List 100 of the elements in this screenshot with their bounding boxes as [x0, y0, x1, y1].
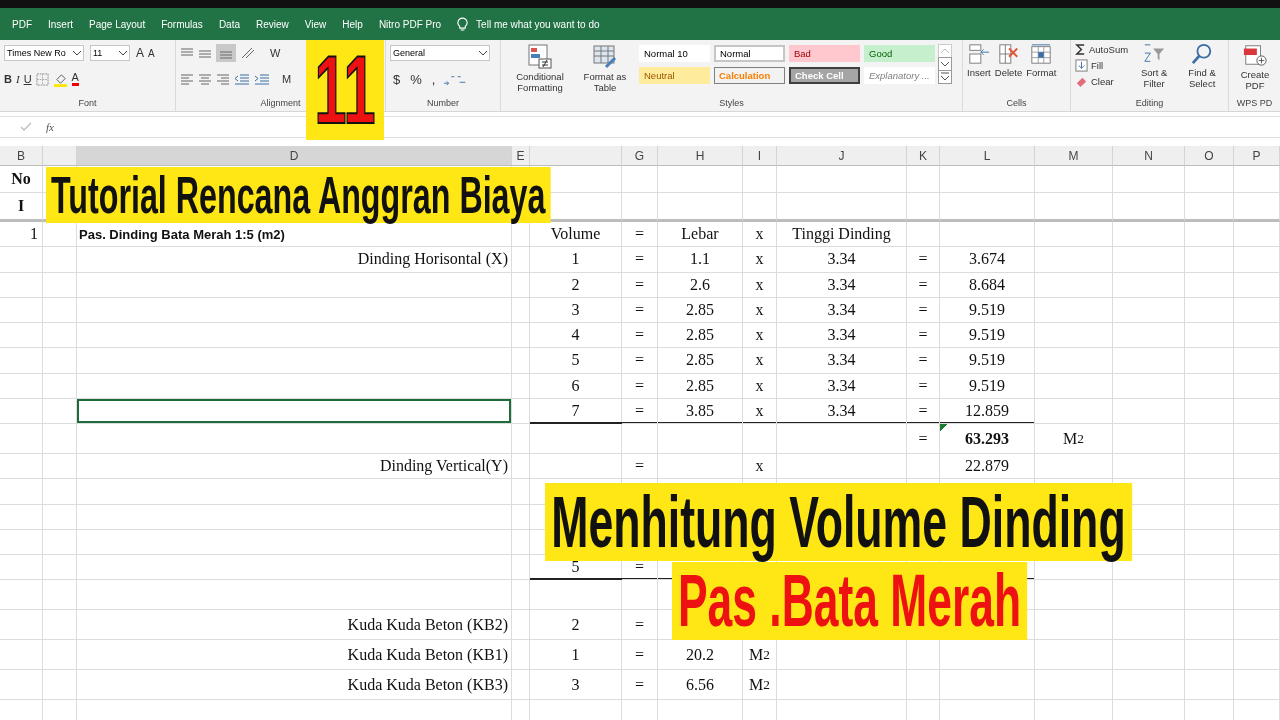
- table-cell: [43, 297, 77, 323]
- column-header[interactable]: L: [940, 146, 1035, 166]
- borders-icon[interactable]: [35, 72, 49, 86]
- table-cell: =: [622, 247, 658, 273]
- table-cell: [1234, 640, 1280, 671]
- ribbon-tab[interactable]: Nitro PDF Pro: [370, 18, 450, 30]
- ribbon-tab[interactable]: Page Layout: [81, 18, 154, 30]
- sort-filter-button[interactable]: Sort & Filter: [1132, 67, 1177, 89]
- column-header[interactable]: I: [743, 146, 777, 166]
- format-button[interactable]: Format: [1026, 67, 1057, 78]
- currency-button[interactable]: $: [390, 71, 404, 87]
- ribbon-tab[interactable]: Formulas: [153, 18, 211, 30]
- table-cell: [1113, 348, 1185, 374]
- ribbon-tab[interactable]: Data: [210, 18, 248, 30]
- ribbon-tab[interactable]: Insert: [40, 18, 81, 30]
- bold-button[interactable]: B: [4, 73, 12, 85]
- subtitle-caption: Pas .Bata Merah: [672, 562, 1027, 640]
- autosum-button[interactable]: AutoSum: [1089, 44, 1129, 55]
- align-top-icon[interactable]: [180, 47, 194, 59]
- table-cell: 2.85: [658, 297, 743, 323]
- align-middle-icon[interactable]: [198, 47, 212, 59]
- cell-style-swatch[interactable]: Explanatory ...: [864, 67, 935, 84]
- delete-button[interactable]: Delete: [994, 67, 1023, 78]
- column-header[interactable]: K: [907, 146, 940, 166]
- caret-icon[interactable]: [478, 50, 488, 56]
- insert-function-button[interactable]: fx: [46, 121, 54, 133]
- fill-down-icon[interactable]: [1075, 59, 1088, 72]
- table-cell: [1185, 555, 1234, 581]
- cell-style-swatch[interactable]: Neutral: [639, 67, 710, 84]
- column-header[interactable]: G: [622, 146, 658, 166]
- wrap-text-button[interactable]: W: [270, 47, 281, 59]
- ribbon-tab[interactable]: Help: [334, 18, 371, 30]
- decrease-indent-icon[interactable]: [234, 73, 250, 85]
- font-size-dropdown[interactable]: 11: [90, 45, 130, 61]
- caret-icon[interactable]: [72, 50, 82, 56]
- font-name-dropdown[interactable]: Times New Ro: [4, 45, 84, 61]
- insert-cells-icon[interactable]: [967, 43, 990, 65]
- format-as-table-button[interactable]: Format as Table: [578, 71, 632, 93]
- enter-icon[interactable]: [20, 122, 32, 132]
- column-header[interactable]: N: [1113, 146, 1185, 166]
- table-cell: 2: [530, 272, 622, 298]
- cell-style-swatch[interactable]: Normal 10: [639, 45, 710, 62]
- eraser-icon[interactable]: [1075, 75, 1088, 88]
- percent-button[interactable]: %: [407, 71, 425, 87]
- table-cell: 2.85: [658, 373, 743, 399]
- column-header[interactable]: D: [77, 146, 512, 166]
- insert-button[interactable]: Insert: [967, 67, 991, 78]
- column-header[interactable]: J: [777, 146, 907, 166]
- font-color-button[interactable]: A: [71, 72, 79, 86]
- pdf-icon[interactable]: [1243, 43, 1267, 67]
- align-center-icon[interactable]: [198, 73, 212, 85]
- column-header[interactable]: E: [512, 146, 530, 166]
- sum-icon[interactable]: [1075, 43, 1086, 56]
- fill-button[interactable]: Fill: [1091, 60, 1104, 71]
- column-header[interactable]: [530, 146, 622, 166]
- conditional-formatting-button[interactable]: Conditional Formatting: [505, 71, 575, 93]
- table-cell: x: [743, 454, 777, 480]
- find-select-button[interactable]: Find & Select: [1180, 67, 1225, 89]
- table-cell: 3.34: [777, 398, 907, 424]
- increase-indent-icon[interactable]: [254, 73, 270, 85]
- column-header[interactable]: B: [0, 146, 43, 166]
- table-cell: x: [743, 373, 777, 399]
- cell-style-swatch[interactable]: Bad: [789, 45, 860, 62]
- shrink-font-button[interactable]: A: [148, 47, 155, 59]
- italic-button[interactable]: I: [15, 73, 20, 85]
- ribbon-tab[interactable]: Review: [248, 18, 297, 30]
- table-cell: x: [743, 247, 777, 273]
- ribbon-tab[interactable]: View: [296, 18, 335, 30]
- column-header[interactable]: O: [1185, 146, 1234, 166]
- align-right-icon[interactable]: [216, 73, 230, 85]
- delete-cells-icon[interactable]: [997, 43, 1020, 65]
- table-icon[interactable]: [592, 43, 618, 69]
- align-left-icon[interactable]: [180, 73, 194, 85]
- ribbon-tab[interactable]: PDF: [4, 18, 40, 30]
- caret-icon[interactable]: [118, 50, 128, 56]
- search-icon[interactable]: [1191, 43, 1214, 65]
- grow-font-button[interactable]: A: [136, 46, 144, 60]
- table-cell: [1185, 398, 1234, 424]
- column-header[interactable]: H: [658, 146, 743, 166]
- table-cell: [1113, 373, 1185, 399]
- cell-style-swatch[interactable]: Good: [864, 45, 935, 62]
- column-header[interactable]: [43, 146, 77, 166]
- fill-color-icon[interactable]: [52, 71, 68, 87]
- column-header[interactable]: M: [1035, 146, 1113, 166]
- table-cell: x: [743, 222, 777, 248]
- comma-button[interactable]: ,: [428, 71, 439, 87]
- group-label: WPS PD: [1236, 98, 1273, 110]
- column-header[interactable]: P: [1234, 146, 1280, 166]
- underline-button[interactable]: U: [23, 73, 32, 85]
- clear-button[interactable]: Clear: [1091, 76, 1114, 87]
- cell-style-swatch[interactable]: Normal: [714, 45, 785, 62]
- tell-me-search[interactable]: Tell me what you want to do: [468, 18, 608, 30]
- table-cell: [743, 166, 777, 193]
- format-cells-icon[interactable]: [1030, 43, 1053, 65]
- conditional-formatting-icon[interactable]: [527, 43, 553, 69]
- gallery-scroll-icon[interactable]: [938, 44, 952, 84]
- create-pdf-button[interactable]: Create PDF: [1233, 69, 1277, 91]
- merge-button[interactable]: M: [282, 73, 292, 85]
- table-cell: =: [907, 297, 940, 323]
- number-format-dropdown[interactable]: General: [390, 45, 490, 61]
